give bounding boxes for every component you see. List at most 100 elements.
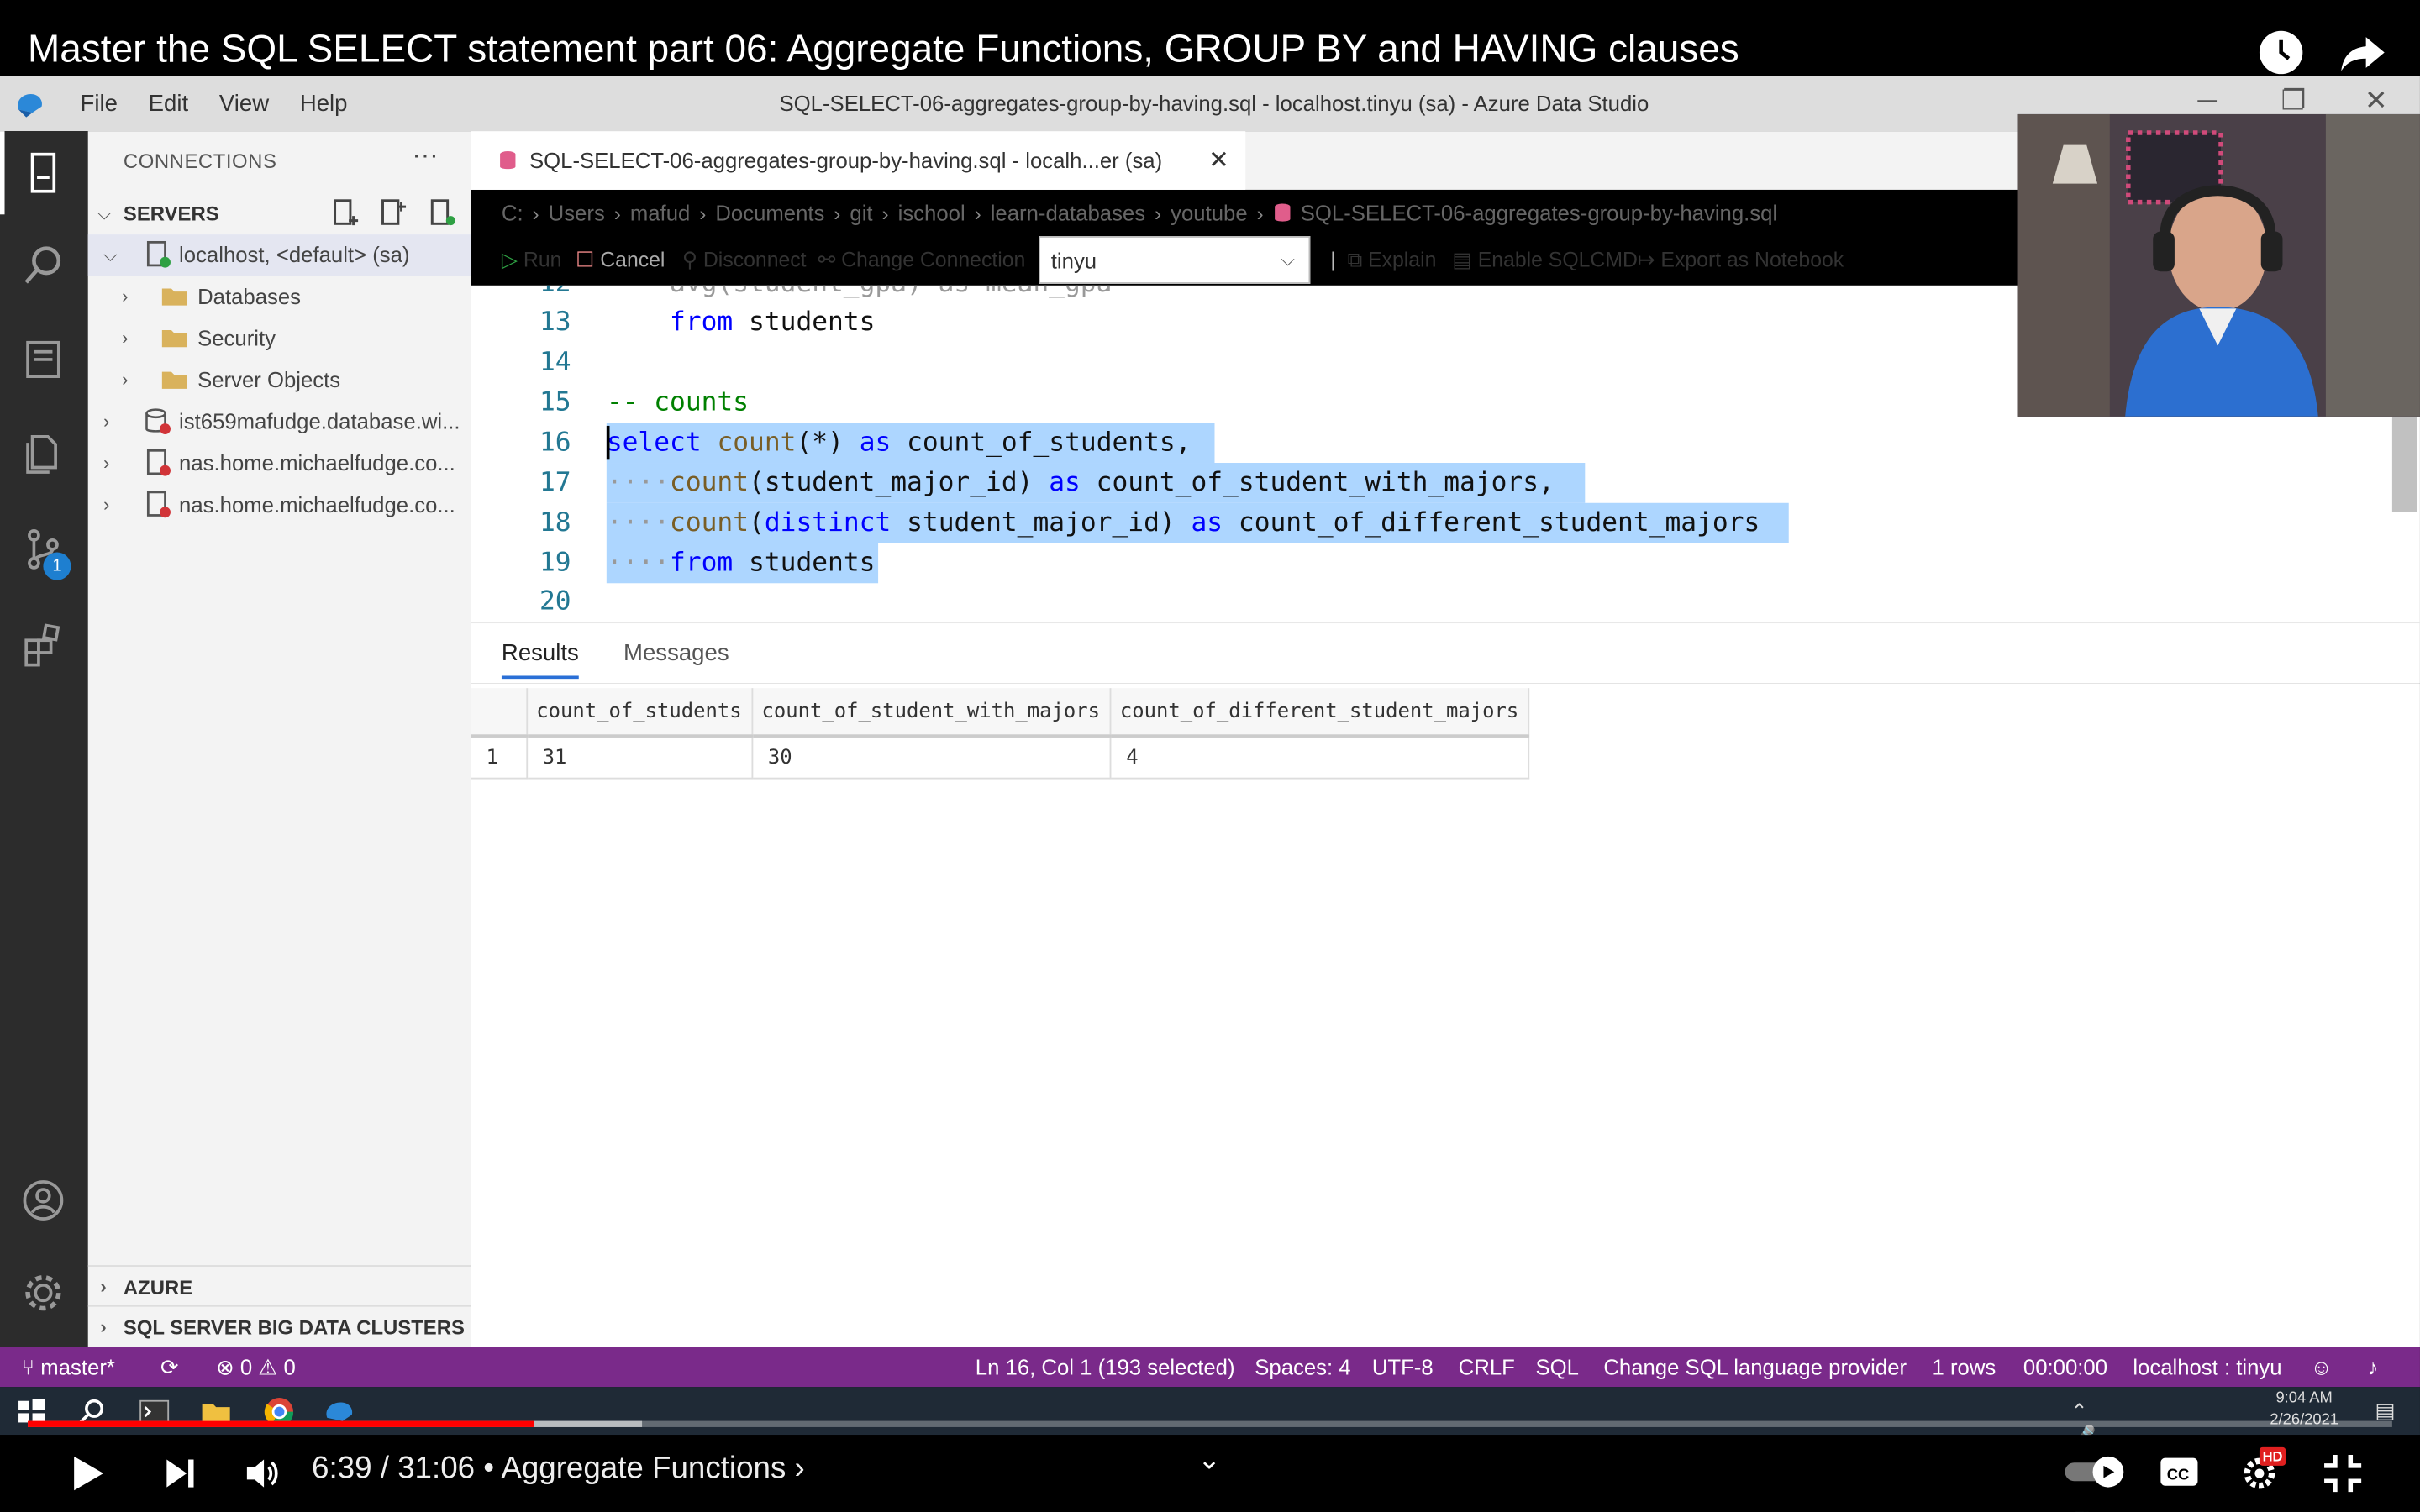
play-icon[interactable]: [68, 1452, 108, 1494]
watch-later-icon[interactable]: [2256, 28, 2306, 77]
line-ending[interactable]: CRLF: [1459, 1355, 1515, 1379]
action-center-icon[interactable]: ▤: [2375, 1398, 2395, 1424]
tree-item-databases[interactable]: › Databases: [88, 276, 471, 318]
azure-data-studio-logo-icon: [18, 94, 42, 118]
tab-results[interactable]: Results: [502, 640, 579, 666]
new-server-group-icon[interactable]: [378, 197, 409, 228]
tab-messages[interactable]: Messages: [623, 640, 729, 666]
menu-view[interactable]: View: [219, 90, 269, 116]
share-icon[interactable]: [2338, 28, 2388, 77]
tree-item-nas-server-1[interactable]: › nas.home.michaelfudge.co...: [88, 443, 471, 485]
breadcrumb-item[interactable]: youtube: [1171, 201, 1248, 225]
explorer-icon[interactable]: [20, 430, 66, 476]
table-row[interactable]: 1 31 30 4: [471, 736, 1530, 779]
table-cell[interactable]: 31: [526, 736, 753, 779]
player-controls: 6:39 / 31:06 • Aggregate Functions › ⌄ C…: [0, 1435, 2420, 1512]
next-video-icon[interactable]: [162, 1455, 199, 1492]
window-title: SQL-SELECT-06-aggregates-group-by-having…: [779, 91, 1649, 116]
server-connected-icon: [146, 240, 171, 268]
search-icon[interactable]: [20, 242, 66, 288]
tree-item-azure-server[interactable]: › ist659mafudge.database.wi...: [88, 402, 471, 444]
indentation[interactable]: Spaces: 4: [1255, 1355, 1350, 1379]
table-cell[interactable]: 4: [1109, 736, 1530, 779]
tree-item-label: localhost, <default> (sa): [179, 242, 410, 267]
editor-scrollbar[interactable]: [2391, 416, 2417, 512]
cursor-position[interactable]: Ln 16, Col 1 (193 selected): [976, 1355, 1235, 1379]
azure-section-header[interactable]: › AZURE: [87, 1265, 471, 1305]
tree-item-localhost[interactable]: ⌵ localhost, <default> (sa): [87, 234, 471, 276]
problems-indicator[interactable]: ⊗ 0 ⚠ 0: [216, 1355, 296, 1381]
column-header[interactable]: count_of_students: [526, 688, 753, 738]
column-header[interactable]: count_of_different_student_majors: [1109, 688, 1530, 738]
close-window-icon[interactable]: ✕: [2365, 85, 2388, 118]
breadcrumb-item[interactable]: Users: [549, 201, 605, 225]
feedback-icon[interactable]: ☺: [2311, 1355, 2333, 1379]
enable-sqlcmd-button[interactable]: ▤ Enable SQLCMD: [1452, 249, 1638, 273]
big-data-clusters-section-header[interactable]: › SQL SERVER BIG DATA CLUSTERS: [87, 1305, 471, 1346]
new-connection-icon[interactable]: [330, 197, 361, 228]
language-provider[interactable]: Change SQL language provider: [1603, 1355, 1907, 1379]
clock-time[interactable]: 9:04 AM: [2265, 1390, 2343, 1407]
breadcrumb-item[interactable]: ischool: [898, 201, 965, 225]
chevron-down-icon[interactable]: ⌄: [1197, 1444, 1221, 1477]
breadcrumb-item[interactable]: C:: [502, 201, 523, 225]
minimize-icon[interactable]: ─: [2197, 85, 2217, 118]
active-connections-icon[interactable]: [428, 197, 459, 228]
menu-file[interactable]: File: [81, 90, 118, 116]
language-mode[interactable]: SQL: [1536, 1355, 1579, 1379]
notebooks-icon[interactable]: [20, 336, 66, 382]
breadcrumb-item[interactable]: mafud: [630, 201, 690, 225]
close-tab-icon[interactable]: ✕: [1208, 145, 1229, 176]
chapter-caret-icon[interactable]: ›: [795, 1452, 805, 1485]
editor-tab[interactable]: SQL-SELECT-06-aggregates-group-by-having…: [471, 131, 1246, 190]
account-icon[interactable]: [20, 1177, 66, 1223]
tree-item-label: Security: [197, 325, 276, 350]
results-grid[interactable]: count_of_students count_of_student_with_…: [471, 688, 1530, 779]
encoding[interactable]: UTF-8: [1372, 1355, 1434, 1379]
sync-icon[interactable]: ⟳: [160, 1355, 179, 1381]
sidebar-header: CONNECTIONS: [123, 150, 277, 173]
menu-help[interactable]: Help: [300, 90, 348, 116]
volume-icon[interactable]: [242, 1453, 282, 1494]
export-notebook-button[interactable]: ↦ Export as Notebook: [1638, 249, 1844, 273]
git-branch-icon: ⑂: [21, 1354, 35, 1380]
breadcrumb-item[interactable]: learn-databases: [991, 201, 1145, 225]
tree-item-security[interactable]: › Security: [88, 318, 471, 360]
column-header[interactable]: count_of_student_with_majors: [751, 688, 1111, 738]
breadcrumb-item[interactable]: git: [850, 201, 872, 225]
run-button[interactable]: ▷ Run: [502, 249, 561, 273]
git-branch[interactable]: ⑂ master*: [22, 1355, 115, 1379]
servers-section-header[interactable]: ⌵ SERVERS: [88, 193, 471, 234]
code-line-selected: 17 ····count(student_major_id) as count_…: [471, 463, 2420, 503]
breadcrumb-item[interactable]: SQL-SELECT-06-aggregates-group-by-having…: [1301, 201, 1777, 225]
explain-button[interactable]: ⧉ Explain: [1347, 249, 1436, 273]
tree-item-server-objects[interactable]: › Server Objects: [88, 360, 471, 402]
captions-icon[interactable]: CC: [2158, 1453, 2201, 1490]
restore-icon[interactable]: ❐: [2281, 85, 2307, 118]
chapter-title[interactable]: • Aggregate Functions: [483, 1452, 786, 1485]
notifications-bell-icon[interactable]: ♪: [2367, 1355, 2378, 1379]
tree-item-nas-server-2[interactable]: › nas.home.michaelfudge.co...: [88, 485, 471, 527]
change-connection-button[interactable]: ⚯ Change Connection: [818, 249, 1025, 273]
menu-edit[interactable]: Edit: [149, 90, 188, 116]
exit-fullscreen-icon[interactable]: [2321, 1452, 2364, 1494]
database-select[interactable]: tinyu ⌵: [1039, 236, 1311, 284]
table-cell[interactable]: 30: [751, 736, 1111, 779]
video-title[interactable]: Master the SQL SELECT statement part 06:…: [28, 28, 1739, 72]
autoplay-toggle[interactable]: [2062, 1453, 2130, 1490]
connection-status[interactable]: localhost : tinyu: [2133, 1355, 2281, 1379]
sql-file-icon: [500, 150, 516, 170]
more-actions-icon[interactable]: ···: [412, 140, 438, 171]
azure-section-label: AZURE: [123, 1275, 193, 1299]
explain-icon: ⧉: [1347, 248, 1363, 272]
elapsed-time: 00:00:00: [2023, 1354, 2108, 1380]
change-connection-icon: ⚯: [818, 248, 836, 272]
servers-icon[interactable]: [20, 150, 66, 196]
settings-gear-icon[interactable]: [20, 1270, 66, 1316]
extensions-icon[interactable]: [20, 622, 66, 668]
chevron-right-icon: ›: [103, 493, 110, 516]
text-cursor: [606, 425, 610, 460]
breadcrumb-item[interactable]: Documents: [715, 201, 824, 225]
cancel-button[interactable]: ☐ Cancel: [576, 249, 665, 273]
disconnect-button[interactable]: ⚲ Disconnect: [682, 249, 807, 273]
